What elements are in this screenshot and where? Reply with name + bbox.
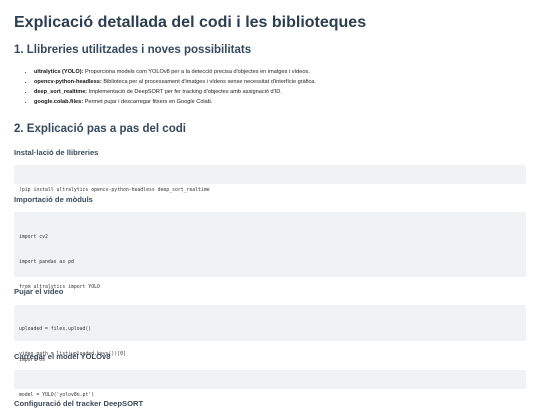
document: Explicació detallada del codi i les bibl… [14,12,526,408]
step-heading-upload: Pujar el vídeo [14,287,64,296]
step-heading-imports: Importació de mòduls [14,195,93,204]
library-description: Permet pujar i descarregar fitxers en Go… [83,99,213,105]
library-description: Biblioteca per al processament d'imatges… [101,79,316,85]
step-heading-install: Instal·lació de llibreries [14,148,99,157]
library-name: google.colab.files: [34,99,84,105]
code-line: import pandas as pd [19,260,74,266]
code-line: !pip install ultralytics opencv-python-h… [19,188,210,194]
list-item: google.colab.files: Permet pujar i desca… [34,97,316,107]
list-item: ultralytics (YOLO): Proporciona models c… [34,67,316,77]
library-name: ultralytics (YOLO): [34,69,84,75]
library-description: Proporciona models com YOLOv8 per a la d… [83,69,310,75]
step-heading-model: Carregar el model YOLOv8 [14,352,111,361]
library-description: Implementació de DeepSORT per fer tracki… [87,89,282,95]
library-list: ultralytics (YOLO): Proporciona models c… [14,67,316,107]
code-line: uploaded = files.upload() [19,327,92,333]
code-line: import cv2 [19,235,48,241]
section-heading-libraries: 1. Llibreries utilitzades i noves possib… [14,44,252,56]
list-item: deep_sort_realtime: Implementació de Dee… [34,87,316,97]
step-heading-tracker: Configuració del tracker DeepSORT [14,399,144,408]
code-block-model: model = YOLO('yolov8n.pt') [14,370,526,398]
code-block-imports: import cv2 import pandas as pd from ultr… [14,212,526,363]
section-heading-steps: 2. Explicació pas a pas del codi [14,123,186,135]
code-line: from ultralytics import YOLO [19,284,100,290]
page-title: Explicació detallada del codi i les bibl… [14,14,367,31]
code-block-install: !pip install ultralytics opencv-python-h… [14,165,526,193]
library-name: deep_sort_realtime: [34,89,88,95]
library-name: opencv-python-headless: [34,79,102,85]
code-block-upload: uploaded = files.upload() video_path = l… [14,305,526,382]
list-item: opencv-python-headless: Biblioteca per a… [34,77,316,87]
